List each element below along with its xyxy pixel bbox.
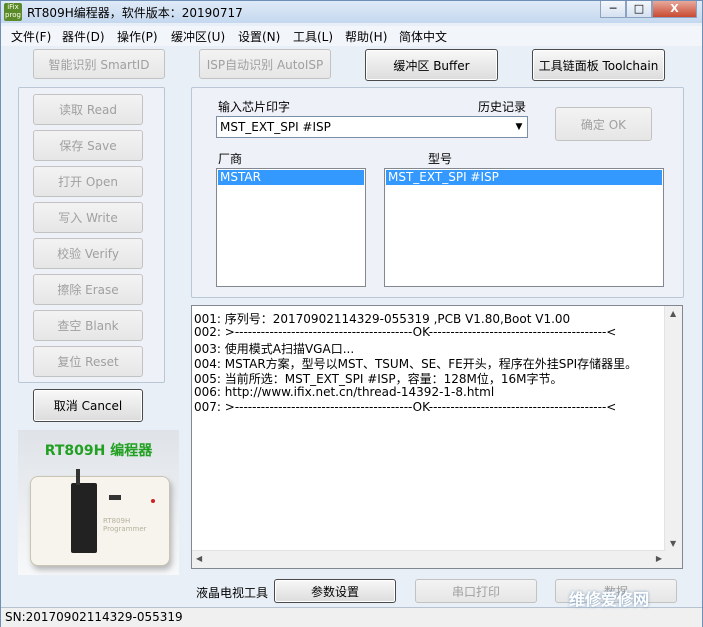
chip-input-combobox[interactable]: MST_EXT_SPI #ISP ▼ xyxy=(216,116,528,138)
save-button[interactable]: 保存 Save xyxy=(33,130,143,161)
status-bar: SN:20170902114329-055319 xyxy=(1,607,702,627)
chip-input-value: MST_EXT_SPI #ISP xyxy=(220,120,331,134)
buffer-button[interactable]: 缓冲区 Buffer xyxy=(365,49,498,81)
vendor-list-item[interactable]: MSTAR xyxy=(218,170,364,185)
serial-print-button[interactable]: 串口打印 xyxy=(415,579,537,603)
maximize-button[interactable]: □ xyxy=(626,1,652,18)
zif-socket xyxy=(71,483,97,553)
dropdown-arrow-icon[interactable]: ▼ xyxy=(511,117,527,137)
cancel-button[interactable]: 取消 Cancel xyxy=(33,389,143,422)
scroll-right-icon[interactable]: ▶ xyxy=(656,554,662,563)
menu-buffer[interactable]: 缓冲区(U) xyxy=(171,28,225,45)
close-button[interactable]: X xyxy=(652,1,697,18)
open-button[interactable]: 打开 Open xyxy=(33,166,143,197)
lcd-tools-label: 液晶电视工具 xyxy=(196,586,269,600)
log-line: 002: >----------------------------------… xyxy=(194,325,617,339)
status-led xyxy=(151,499,155,503)
menu-tools[interactable]: 工具(L) xyxy=(293,28,333,45)
model-list-item[interactable]: MST_EXT_SPI #ISP xyxy=(386,170,662,185)
menu-bar: 文件(F) 器件(D) 操作(P) 缓冲区(U) 设置(N) 工具(L) 帮助(… xyxy=(1,26,702,46)
menu-device[interactable]: 器件(D) xyxy=(62,28,105,45)
title-bar: iFix prog RT809H编程器，软件版本：20190717 ─ □ X xyxy=(1,1,702,23)
vendor-label: 厂商 xyxy=(218,152,243,166)
autoisp-button[interactable]: ISP自动识别 AutoISP xyxy=(199,49,331,79)
programmer-device: RT809H Programmer xyxy=(30,469,170,566)
scroll-left-icon[interactable]: ◀ xyxy=(196,554,202,563)
app-logo-icon: iFix prog xyxy=(4,3,22,21)
chip-input-label: 输入芯片印字 xyxy=(218,100,291,114)
menu-operation[interactable]: 操作(P) xyxy=(117,28,158,45)
app-window: iFix prog RT809H编程器，软件版本：20190717 ─ □ X … xyxy=(0,0,703,627)
toolchain-button[interactable]: 工具链面板 Toolchain xyxy=(532,49,665,81)
ok-button[interactable]: 确定 OK xyxy=(555,107,652,141)
serial-number-text: SN:20170902114329-055319 xyxy=(5,610,183,624)
menu-file[interactable]: 文件(F) xyxy=(11,28,51,45)
log-line: 006: http://www.ifix.net.cn/thread-14392… xyxy=(194,385,495,399)
log-horizontal-scrollbar[interactable]: ◀ ▶ xyxy=(192,550,666,568)
usb-port xyxy=(109,495,121,500)
model-list[interactable]: MST_EXT_SPI #ISP xyxy=(384,168,664,287)
vendor-list[interactable]: MSTAR xyxy=(216,168,366,287)
scroll-up-icon[interactable]: ▲ xyxy=(670,309,676,318)
read-button[interactable]: 读取 Read xyxy=(33,94,143,125)
scroll-down-icon[interactable]: ▼ xyxy=(670,539,676,548)
log-vertical-scrollbar[interactable]: ▲ ▼ xyxy=(664,306,682,568)
window-title: RT809H编程器，软件版本：20190717 xyxy=(27,6,243,20)
minimize-button[interactable]: ─ xyxy=(600,1,626,18)
zif-lever xyxy=(76,469,80,485)
write-button[interactable]: 写入 Write xyxy=(33,202,143,233)
model-label: 型号 xyxy=(428,152,453,166)
log-output[interactable]: 001: 序列号：20170902114329-055319 ,PCB V1.8… xyxy=(191,305,683,569)
menu-settings[interactable]: 设置(N) xyxy=(238,28,280,45)
watermark-text: 维修爱修网 xyxy=(569,590,650,609)
programmer-photo: RT809H 编程器 RT809H Programmer xyxy=(18,430,179,575)
menu-language[interactable]: 简体中文 xyxy=(399,28,447,45)
reset-button[interactable]: 复位 Reset xyxy=(33,346,143,377)
device-label: RT809H Programmer xyxy=(103,517,147,533)
menu-help[interactable]: 帮助(H) xyxy=(345,28,387,45)
photo-caption: RT809H 编程器 xyxy=(44,443,153,459)
erase-button[interactable]: 擦除 Erase xyxy=(33,274,143,305)
log-line: 007: >----------------------------------… xyxy=(194,400,617,414)
verify-button[interactable]: 校验 Verify xyxy=(33,238,143,269)
history-label: 历史记录 xyxy=(478,100,527,114)
blank-check-button[interactable]: 查空 Blank xyxy=(33,310,143,341)
params-settings-button[interactable]: 参数设置 xyxy=(274,579,396,603)
smartid-button[interactable]: 智能识别 SmartID xyxy=(33,49,165,79)
